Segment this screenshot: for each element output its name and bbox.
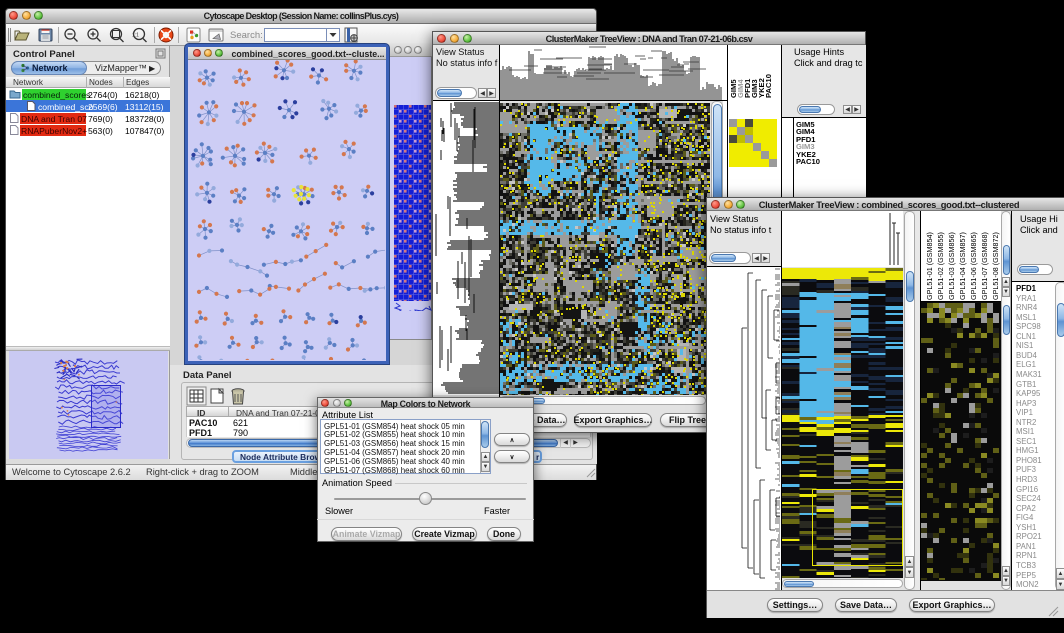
svg-text:1:1: 1:1 [132, 33, 139, 39]
svg-text:Search:: Search: [230, 30, 263, 41]
